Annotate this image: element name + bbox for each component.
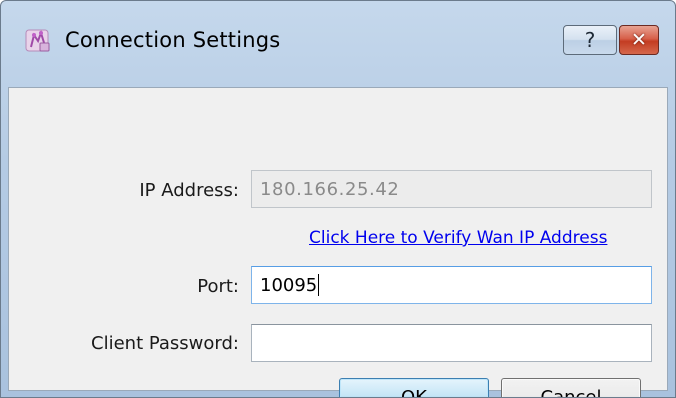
question-mark-icon: ?: [584, 28, 596, 52]
cancel-button[interactable]: Cancel: [501, 378, 641, 398]
ip-address-value: 180.166.25.42: [260, 178, 400, 200]
close-icon: ✕: [631, 28, 647, 51]
verify-wan-ip-link[interactable]: Click Here to Verify Wan IP Address: [309, 228, 607, 248]
port-label: Port:: [197, 276, 239, 297]
help-button[interactable]: ?: [563, 25, 617, 55]
app-icon: [25, 27, 51, 53]
client-password-label: Client Password:: [91, 333, 239, 354]
ok-button-label: OK: [401, 386, 427, 398]
connection-settings-dialog: Connection Settings ? ✕ IP Address: 180.…: [0, 0, 676, 398]
dialog-body: IP Address: 180.166.25.42 Click Here to …: [8, 87, 668, 397]
title-bar[interactable]: Connection Settings ? ✕: [1, 1, 675, 87]
ok-button[interactable]: OK: [339, 378, 489, 398]
close-button[interactable]: ✕: [619, 25, 659, 55]
client-password-input[interactable]: [251, 324, 652, 362]
port-value: 10095: [260, 274, 318, 296]
ip-address-label: IP Address:: [139, 180, 239, 201]
ip-address-field: 180.166.25.42: [251, 170, 652, 208]
text-caret: [318, 274, 320, 296]
cancel-button-label: Cancel: [540, 386, 602, 398]
port-input[interactable]: 10095: [251, 266, 652, 304]
window-title: Connection Settings: [65, 28, 281, 52]
